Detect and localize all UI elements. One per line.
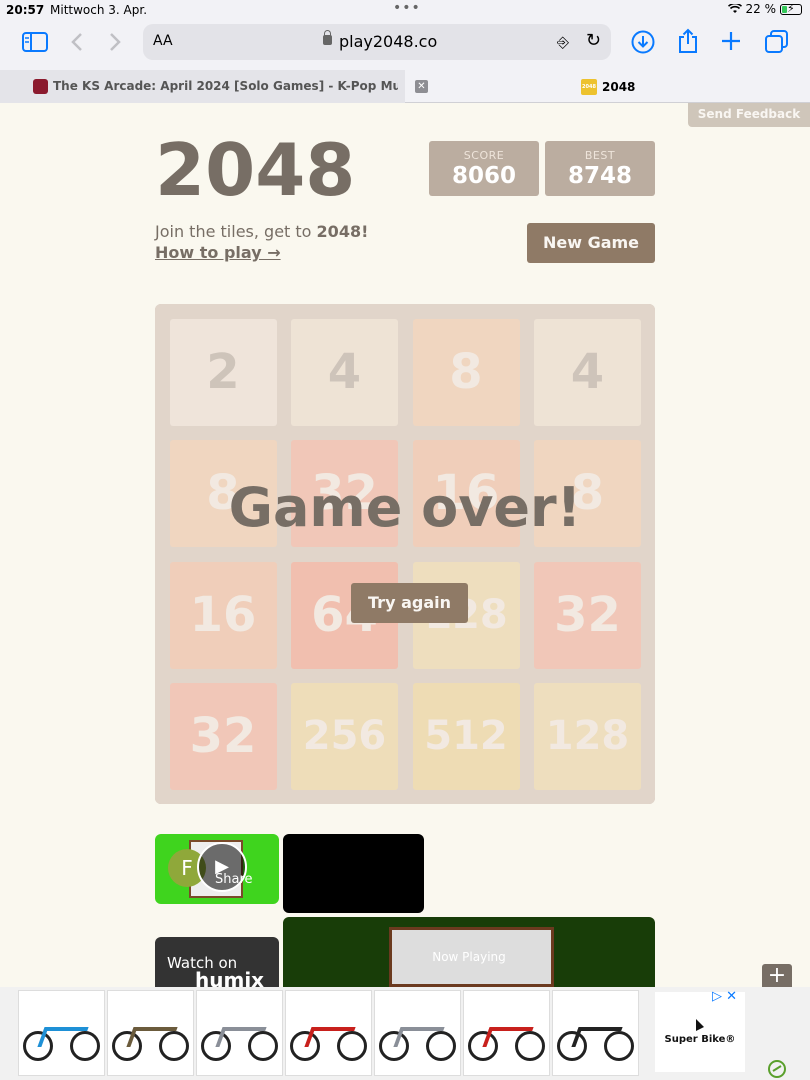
multitask-dots-icon[interactable]: ••• <box>393 0 421 16</box>
share-icon[interactable] <box>677 28 699 54</box>
ad-bike-image[interactable] <box>196 990 283 1076</box>
status-date: Mittwoch 3. Apr. <box>50 3 148 17</box>
tab-2048[interactable]: 2048 2048 <box>581 79 635 95</box>
intro-goal: 2048! <box>316 222 369 241</box>
now-playing-label: Now Playing <box>432 950 506 964</box>
ad-bike-image[interactable] <box>463 990 550 1076</box>
ad-bike-image[interactable] <box>107 990 194 1076</box>
ad-brand-name: Super Bike® <box>664 1034 736 1045</box>
intro-prefix: Join the tiles, get to <box>155 222 317 241</box>
best-label: BEST <box>584 149 616 162</box>
ad-bike-image[interactable] <box>374 990 461 1076</box>
game-over-message: Game over! <box>228 476 582 539</box>
wifi-icon <box>727 4 742 13</box>
send-feedback-button[interactable]: Send Feedback <box>688 103 810 127</box>
how-to-play-link[interactable]: How to play → <box>155 243 281 262</box>
video-player-black[interactable] <box>283 834 424 913</box>
new-game-button[interactable]: New Game <box>527 223 655 263</box>
2048-favicon-icon: 2048 <box>581 79 597 95</box>
score-value: 8060 <box>451 163 516 189</box>
new-tab-icon[interactable] <box>721 31 741 51</box>
text-size-button[interactable]: AA <box>153 33 173 49</box>
back-icon[interactable] <box>70 32 84 52</box>
sidebar-icon[interactable] <box>22 32 48 52</box>
battery-icon: ⚡ <box>780 2 802 15</box>
extension-icon[interactable]: ⎆ <box>557 33 569 51</box>
tab-title: The KS Arcade: April 2024 [Solo Games] -… <box>53 79 398 93</box>
ad-bike-image[interactable] <box>18 990 105 1076</box>
game-over-overlay <box>155 304 655 804</box>
game-title: 2048 <box>155 128 356 212</box>
video-thumbnail[interactable]: F ▶ Share <box>155 834 279 904</box>
watch-on-humix-button[interactable]: Watch on humix <box>155 937 279 992</box>
tab-bar: The KS Arcade: April 2024 [Solo Games] -… <box>0 70 810 103</box>
tabs-overview-icon[interactable] <box>764 30 789 54</box>
lock-icon <box>323 30 332 45</box>
try-again-button[interactable]: Try again <box>351 583 468 623</box>
best-value: 8748 <box>567 163 632 189</box>
ad-bike-image[interactable] <box>285 990 372 1076</box>
share-label[interactable]: Share <box>215 872 253 887</box>
forward-icon[interactable] <box>108 32 122 52</box>
status-time: 20:57 <box>6 3 45 17</box>
address-bar[interactable]: AA play2048.co ⎆ ↻ <box>143 24 611 60</box>
score-label: SCORE <box>463 149 505 162</box>
status-bar: 20:57 Mittwoch 3. Apr. ••• 22 % ⚡ <box>0 0 810 20</box>
ad-brand-logo[interactable]: Super Bike® <box>655 992 745 1072</box>
reload-icon[interactable]: ↻ <box>586 30 601 51</box>
best-box: BEST 8748 <box>545 141 655 196</box>
score-box: SCORE 8060 <box>429 141 539 196</box>
adchoices-icon[interactable]: ▷ ✕ <box>712 989 737 1004</box>
tab-ks-arcade[interactable]: The KS Arcade: April 2024 [Solo Games] -… <box>0 70 405 103</box>
url-text[interactable]: play2048.co <box>339 32 437 51</box>
ezoic-icon[interactable] <box>768 1060 786 1078</box>
super-bike-logo-icon <box>696 1019 704 1031</box>
battery-percent: 22 % <box>745 2 777 16</box>
intro-text: Join the tiles, get to 2048! <box>155 222 368 241</box>
ad-bike-image[interactable] <box>552 990 639 1076</box>
download-icon[interactable] <box>631 30 655 54</box>
now-playing-video[interactable]: Now Playing <box>283 917 655 987</box>
tab-title: 2048 <box>602 80 636 94</box>
browser-toolbar: AA play2048.co ⎆ ↻ <box>0 20 810 70</box>
ks-arcade-favicon-icon <box>33 79 48 94</box>
close-tab-icon[interactable]: ✕ <box>415 80 428 93</box>
